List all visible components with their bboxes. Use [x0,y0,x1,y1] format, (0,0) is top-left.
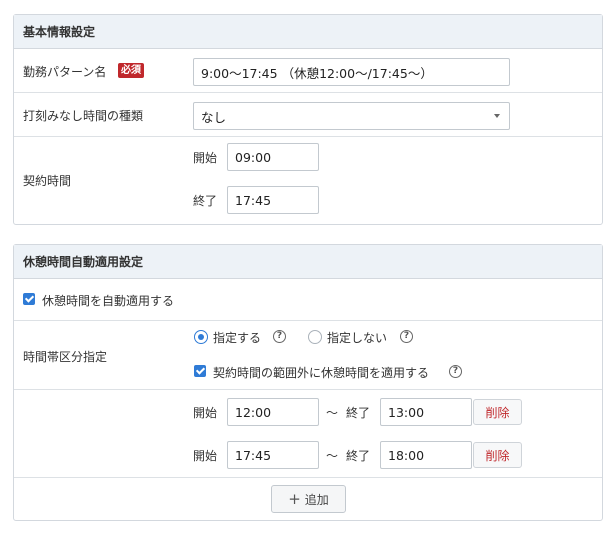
break-start-label: 開始 [193,449,218,463]
delete-button[interactable]: 削除 [473,442,522,468]
pattern-name-input[interactable]: 9:00～17:45 （休憩12:00～/17:45～） [193,58,510,86]
add-button[interactable]: + 追加 [271,485,346,513]
break-end-label: 終了 [346,406,371,420]
delete-button[interactable]: 削除 [473,399,522,425]
break-separator: ～ [326,406,339,420]
radio-specify[interactable] [194,330,208,344]
help-icon[interactable]: ? [449,365,462,378]
stamp-type-row: 打刻みなし時間の種類 なし [14,93,602,137]
radio-no-specify[interactable] [308,330,322,344]
auto-apply-row: 休憩時間を自動適用する [14,279,602,321]
stamp-type-label: 打刻みなし時間の種類 [23,109,144,123]
break-end-input[interactable]: 18:00 [380,441,472,469]
break-start-input[interactable]: 17:45 [227,441,319,469]
stamp-type-value: なし [201,109,227,125]
basic-settings-title: 基本情報設定 [14,15,602,49]
contract-end-input[interactable]: 17:45 [227,186,319,214]
help-icon[interactable]: ? [273,330,286,343]
break-start-label: 開始 [193,406,218,420]
pattern-name-label: 勤務パターン名 [23,65,107,79]
contract-start-input[interactable]: 09:00 [227,143,319,171]
break-end-input[interactable]: 13:00 [380,398,472,426]
break-start-input[interactable]: 12:00 [227,398,319,426]
break-rows: 開始 12:00 ～ 終了 13:00 削除 開始 17:45 ～ 終了 18:… [14,390,602,478]
time-zone-row: 時間帯区分指定 指定する ? 指定しない ? 契約時間の範囲外に休憩時間を適用す… [14,321,602,390]
pattern-name-row: 勤務パターン名 必須 9:00～17:45 （休憩12:00～/17:45～） [14,49,602,93]
chevron-down-icon [494,114,500,118]
break-separator: ～ [326,449,339,463]
contract-end-label: 終了 [193,194,218,208]
time-zone-label: 時間帯区分指定 [23,350,108,364]
contract-start-label: 開始 [193,151,218,165]
auto-apply-checkbox[interactable] [23,293,35,305]
auto-apply-label[interactable]: 休憩時間を自動適用する [42,292,174,309]
radio-no-specify-label[interactable]: 指定しない [327,329,387,346]
basic-settings-panel: 基本情報設定 勤務パターン名 必須 9:00～17:45 （休憩12:00～/1… [13,14,603,225]
contract-time-label: 契約時間 [23,174,72,188]
stamp-type-select[interactable]: なし [193,102,510,130]
plus-icon: + [288,489,301,508]
outside-contract-checkbox[interactable] [194,365,206,377]
radio-specify-label[interactable]: 指定する [213,329,261,346]
add-button-label: 追加 [304,492,329,507]
help-icon[interactable]: ? [400,330,413,343]
break-settings-panel: 休憩時間自動適用設定 休憩時間を自動適用する 時間帯区分指定 指定する ? 指定… [13,244,603,521]
break-settings-title: 休憩時間自動適用設定 [14,245,602,279]
required-badge: 必須 [118,63,144,78]
add-row: + 追加 [14,478,602,520]
contract-time-row: 契約時間 開始 09:00 終了 17:45 [14,137,602,223]
break-end-label: 終了 [346,449,371,463]
outside-contract-label[interactable]: 契約時間の範囲外に休憩時間を適用する [213,364,429,381]
